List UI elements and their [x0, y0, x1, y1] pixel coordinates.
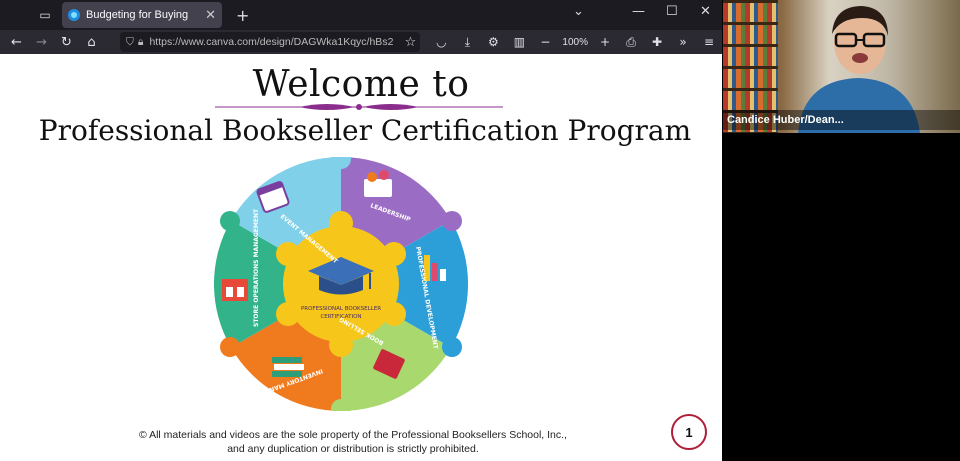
tab-title: Budgeting for Buying [86, 9, 189, 21]
zoom-out-icon[interactable]: − [532, 35, 558, 49]
stacked-books-icon [272, 357, 304, 377]
zoom-level[interactable]: 100% [558, 37, 592, 48]
toolbar-right: ◡ ⤓ ⚙ ▥ − 100% + ⎙ ✚ » ≡ [428, 30, 722, 54]
tab-active[interactable]: Budgeting for Buying ✕ [62, 2, 222, 28]
participant-video-tile[interactable]: Candice Huber/Dean... [723, 0, 960, 133]
extensions-icon[interactable]: ✚ [644, 35, 670, 49]
browser-window: ▭ Budgeting for Buying ✕ + ⌄ — ☐ ✕ ← → ↻… [0, 0, 722, 461]
bookmark-star-icon[interactable]: ☆ [398, 35, 423, 50]
settings-gear-icon[interactable]: ⚙ [480, 35, 506, 49]
storefront-icon [222, 279, 248, 301]
chevron-down-icon[interactable]: ⌄ [573, 4, 584, 19]
url-text: https://www.canva.com/design/DAGWka1Kqyc… [149, 36, 394, 48]
reload-icon[interactable]: ↻ [54, 35, 79, 50]
overflow-chevrons-icon[interactable]: » [670, 35, 696, 49]
slide-subheading: Professional Bookseller Certification Pr… [38, 114, 692, 147]
menu-hamburger-icon[interactable]: ≡ [696, 35, 722, 49]
minimize-icon[interactable]: — [632, 4, 645, 19]
maximize-icon[interactable]: ☐ [666, 4, 678, 19]
home-icon[interactable]: ⌂ [79, 35, 104, 50]
ornament-divider [215, 104, 503, 110]
presentation-slide: Welcome to Professional Bookseller Certi… [0, 54, 722, 461]
label-store-operations: STORE OPERATIONS MANAGEMENT [253, 208, 260, 327]
print-icon[interactable]: ⎙ [618, 35, 644, 50]
close-window-icon[interactable]: ✕ [700, 4, 711, 19]
copyright-line1: © All materials and videos are the sole … [139, 429, 567, 441]
url-bar[interactable]: ⛉ 🔒︎ https://www.canva.com/design/DAGWka… [120, 32, 420, 52]
page-number-badge: 1 [671, 414, 707, 450]
shield-icon[interactable]: ⛉ [126, 36, 134, 49]
lock-icon: 🔒︎ [137, 35, 144, 48]
close-tab-icon[interactable]: ✕ [205, 7, 216, 23]
copyright-line2: and any duplication or distribution is s… [227, 443, 479, 455]
new-tab-icon[interactable]: + [236, 6, 249, 25]
pocket-icon[interactable]: ◡ [428, 35, 454, 49]
forward-arrow-icon[interactable]: → [29, 35, 54, 50]
center-label-line1: PROFESSIONAL BOOKSELLER [301, 306, 381, 312]
zoom-in-icon[interactable]: + [592, 35, 618, 49]
back-arrow-icon[interactable]: ← [4, 35, 29, 50]
participant-name: Candice Huber/Dean... [723, 110, 960, 130]
certification-puzzle-wheel: PROFESSIONAL BOOKSELLER CERTIFICATION LE… [214, 157, 468, 411]
copyright-notice: © All materials and videos are the sole … [0, 428, 706, 456]
download-icon[interactable]: ⤓ [454, 35, 480, 50]
canva-favicon-icon [68, 9, 80, 21]
reader-view-icon[interactable]: ▥ [506, 35, 532, 49]
slide-heading: Welcome to [252, 64, 470, 105]
tab-bar: ▭ Budgeting for Buying ✕ + ⌄ — ☐ ✕ [0, 0, 722, 30]
tab-list-icon[interactable]: ▭ [30, 4, 60, 26]
nav-toolbar: ← → ↻ ⌂ ⛉ 🔒︎ https://www.canva.com/desig… [0, 30, 722, 54]
